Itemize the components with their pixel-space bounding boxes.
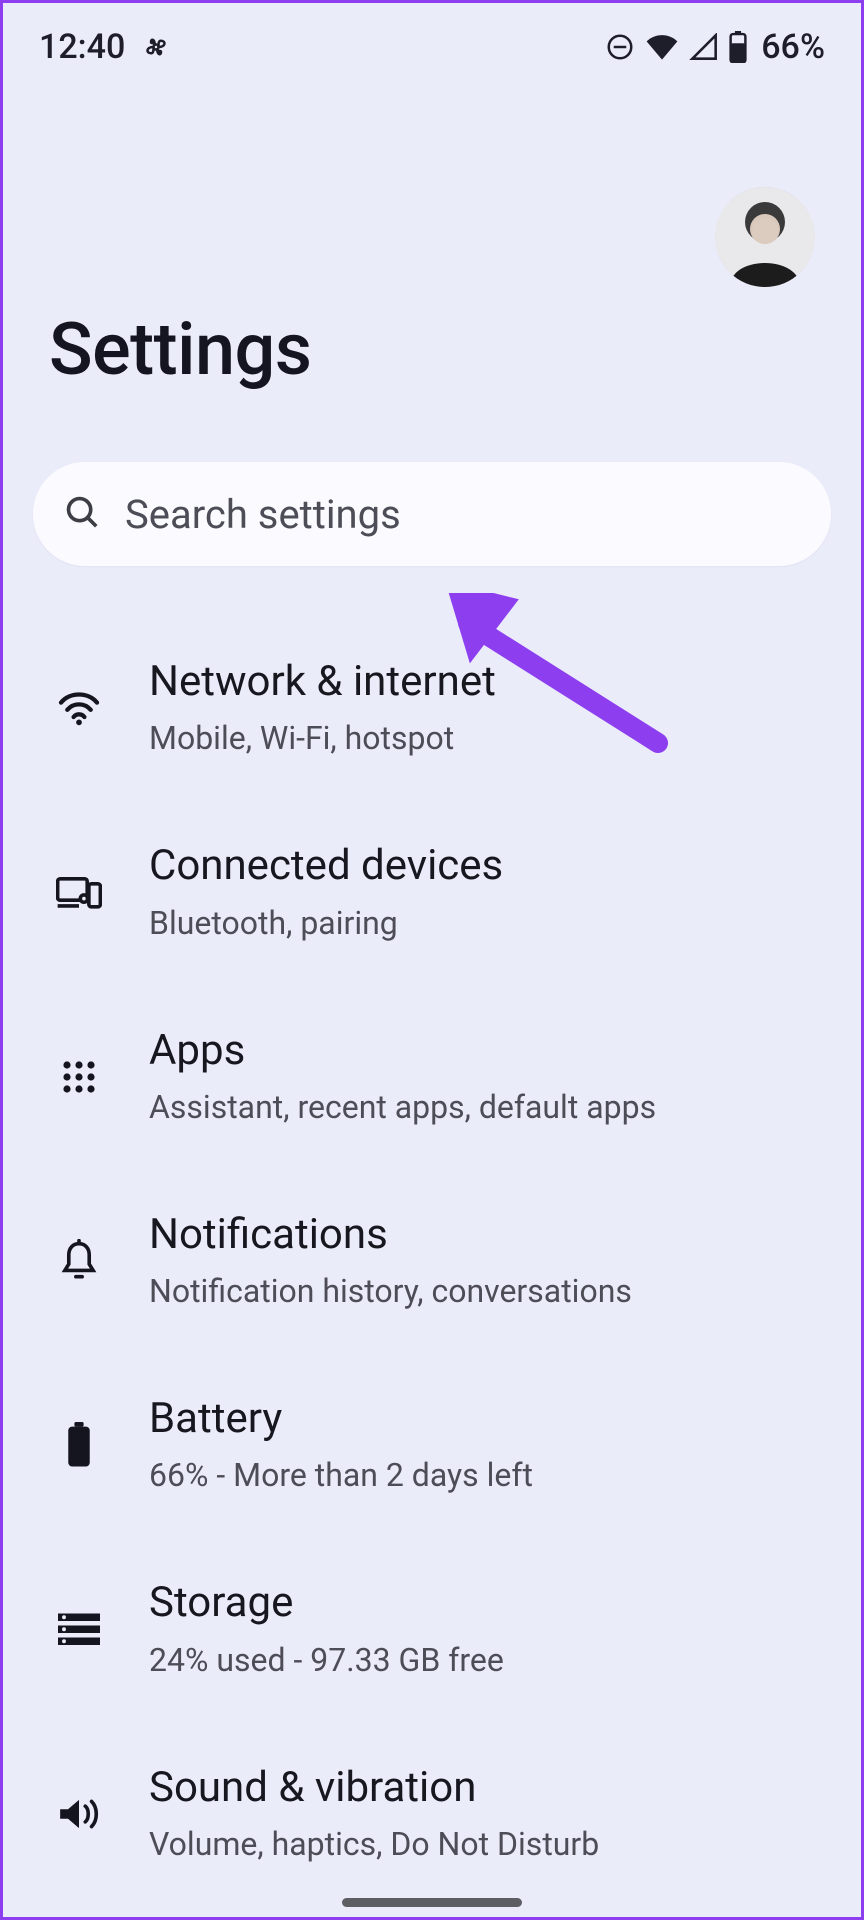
- item-title: Connected devices: [149, 842, 815, 890]
- avatar[interactable]: [715, 187, 815, 287]
- header: Settings: [3, 77, 861, 422]
- item-battery[interactable]: Battery 66% - More than 2 days left: [3, 1353, 861, 1537]
- item-subtitle: Volume, haptics, Do Not Disturb: [149, 1824, 815, 1864]
- status-right: 66%: [605, 27, 825, 67]
- item-network-internet[interactable]: Network & internet Mobile, Wi-Fi, hotspo…: [3, 616, 861, 800]
- status-left: 12:40: [39, 27, 171, 67]
- item-title: Sound & vibration: [149, 1764, 815, 1812]
- item-title: Battery: [149, 1395, 815, 1443]
- gesture-bar[interactable]: [342, 1898, 522, 1907]
- search-placeholder: Search settings: [125, 491, 401, 538]
- item-storage[interactable]: Storage 24% used - 97.33 GB free: [3, 1537, 861, 1721]
- item-connected-devices[interactable]: Connected devices Bluetooth, pairing: [3, 800, 861, 984]
- search-input[interactable]: Search settings: [33, 462, 831, 566]
- storage-icon: [49, 1613, 109, 1647]
- item-subtitle: Notification history, conversations: [149, 1271, 815, 1311]
- battery-icon: [49, 1422, 109, 1468]
- volume-icon: [49, 1794, 109, 1834]
- item-title: Storage: [149, 1579, 815, 1627]
- page-title: Settings: [49, 307, 815, 392]
- apps-grid-icon: [49, 1059, 109, 1095]
- pinwheel-icon: [141, 32, 171, 62]
- item-subtitle: Bluetooth, pairing: [149, 903, 815, 943]
- item-subtitle: 24% used - 97.33 GB free: [149, 1640, 815, 1680]
- wifi-icon: [49, 690, 109, 726]
- item-title: Network & internet: [149, 658, 815, 706]
- bell-icon: [49, 1239, 109, 1283]
- status-time: 12:40: [39, 27, 125, 67]
- item-notifications[interactable]: Notifications Notification history, conv…: [3, 1169, 861, 1353]
- item-subtitle: 66% - More than 2 days left: [149, 1455, 815, 1495]
- item-title: Notifications: [149, 1211, 815, 1259]
- item-subtitle: Assistant, recent apps, default apps: [149, 1087, 815, 1127]
- search-container: Search settings: [3, 422, 861, 566]
- settings-list: Network & internet Mobile, Wi-Fi, hotspo…: [3, 566, 861, 1906]
- item-apps[interactable]: Apps Assistant, recent apps, default app…: [3, 985, 861, 1169]
- item-subtitle: Mobile, Wi-Fi, hotspot: [149, 718, 815, 758]
- cellular-signal-icon: [689, 33, 719, 61]
- battery-icon: [729, 31, 747, 63]
- battery-percent: 66%: [761, 27, 825, 67]
- status-bar: 12:40: [3, 3, 861, 77]
- item-title: Apps: [149, 1027, 815, 1075]
- do-not-disturb-icon: [605, 32, 635, 62]
- search-icon: [63, 493, 101, 535]
- devices-icon: [49, 874, 109, 910]
- wifi-icon: [645, 33, 679, 61]
- item-sound-vibration[interactable]: Sound & vibration Volume, haptics, Do No…: [3, 1722, 861, 1906]
- settings-screen: 12:40: [0, 0, 864, 1920]
